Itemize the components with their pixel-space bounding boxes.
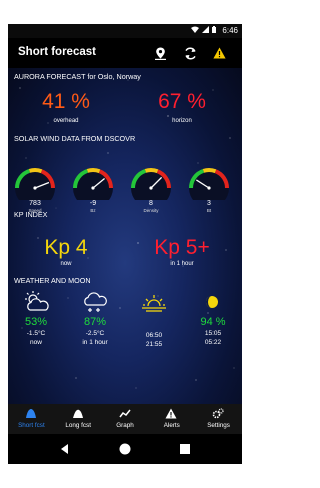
kp-index-heading: KP INDEX [14, 210, 48, 219]
moon-phase-icon [206, 296, 218, 308]
nav-settings[interactable]: Settings [195, 404, 242, 434]
weather-line-1: -1.5°C [26, 330, 46, 337]
gauge-bz: -9 Bz [70, 164, 116, 222]
settings-icon [212, 408, 224, 419]
gauge-dial [131, 168, 171, 208]
wifi-icon [191, 26, 200, 33]
gauge-bt: 3 Bt [186, 164, 232, 222]
weather-line-2: now [30, 339, 42, 346]
back-icon[interactable] [58, 442, 72, 456]
aurora-icon [26, 409, 36, 418]
gauge-hub [91, 186, 95, 190]
gauge-face [189, 168, 229, 208]
phone-screen: 6:46 Short forecast AURORA FORECAST for … [8, 24, 242, 464]
gauge-hub [33, 186, 37, 190]
horizon-probability: 67 % [158, 90, 206, 113]
system-navigation-bar [8, 434, 242, 464]
map-pin-icon [154, 47, 166, 60]
warning-icon [212, 47, 226, 59]
gauge-band [28, 168, 43, 174]
gauge-value: 3 [207, 200, 211, 207]
weather-percent: 94 % [200, 316, 226, 328]
status-bar: 6:46 [8, 24, 242, 38]
gauge-label: Density [143, 208, 159, 213]
gauge-hub [149, 186, 153, 190]
solar-wind-heading: SOLAR WIND DATA FROM DSCOVR [14, 134, 136, 143]
recents-icon[interactable] [178, 442, 192, 456]
refresh-icon [184, 47, 196, 59]
gauge-face [15, 168, 55, 208]
gauge-label: Bt [206, 208, 212, 213]
weather-line-1: -2.5°C [85, 330, 105, 337]
partly-cloudy-night-icon [25, 291, 49, 311]
refresh-button[interactable] [182, 45, 198, 61]
home-icon[interactable] [118, 442, 132, 456]
sunrise-sunset-icon [142, 295, 166, 312]
gauge-face [131, 168, 171, 208]
gauge-band [202, 168, 217, 174]
graph-icon [118, 409, 131, 418]
app-bar: Short forecast [8, 38, 242, 68]
gauge-density: 8 Density [128, 164, 174, 222]
overhead-probability: 41 % [42, 90, 90, 113]
weather-line-2: in 1 hour [82, 339, 108, 346]
gauge-value: 8 [149, 200, 153, 207]
map-pin-button[interactable] [152, 45, 168, 61]
kp-1hour-value: Kp 5+ [154, 236, 210, 259]
nav-long-forecast[interactable]: Long fcst [55, 404, 102, 434]
gauge-dial [15, 168, 55, 208]
nav-graph[interactable]: Graph [102, 404, 149, 434]
alert-icon [165, 408, 177, 419]
warning-button[interactable] [211, 45, 227, 61]
overhead-label: overhead [53, 118, 79, 124]
battery-icon [212, 26, 216, 33]
nav-alerts[interactable]: Alerts [148, 404, 195, 434]
kp-now-label: now [60, 261, 72, 267]
signal-icon [202, 26, 210, 33]
weather-percent: 53% [24, 316, 48, 328]
bottom-navigation: Short fcst Long fcst Graph Alerts Settin… [8, 404, 242, 434]
weather-line-2: 21:55 [145, 341, 163, 348]
status-icons [191, 26, 216, 35]
device-frame: 6:46 Short forecast AURORA FORECAST for … [0, 0, 250, 488]
gauge-dial [73, 168, 113, 208]
nav-short-forecast[interactable]: Short fcst [8, 404, 55, 434]
snow-cloud-icon [84, 292, 107, 312]
aurora-forecast-heading: AURORA FORECAST for Oslo, Norway [14, 72, 141, 81]
aurora-long-icon [72, 409, 83, 418]
forecast-content: AURORA FORECAST for Oslo, Norway 41 % ov… [8, 68, 242, 404]
weather-moon-heading: WEATHER AND MOON [14, 276, 91, 285]
weather-line-1: 15:05 [204, 330, 222, 337]
gauge-face [73, 168, 113, 208]
gauge-value: -9 [89, 200, 97, 207]
gauge-band [86, 168, 101, 174]
gauge-label: Bz [90, 208, 96, 213]
weather-percent: 87% [83, 316, 107, 328]
weather-line-2: 05:22 [204, 339, 222, 346]
gauge-value: 783 [29, 200, 41, 207]
page-title: Short forecast [18, 46, 96, 58]
horizon-label: horizon [172, 118, 192, 124]
gauge-band [144, 168, 159, 174]
kp-now-value: Kp 4 [44, 236, 88, 259]
status-time: 6:46 [222, 26, 238, 35]
weather-line-1: 06:50 [145, 332, 163, 339]
gauge-dial [189, 168, 229, 208]
gauge-hub [207, 186, 211, 190]
kp-1hour-label: in 1 hour [170, 261, 194, 267]
